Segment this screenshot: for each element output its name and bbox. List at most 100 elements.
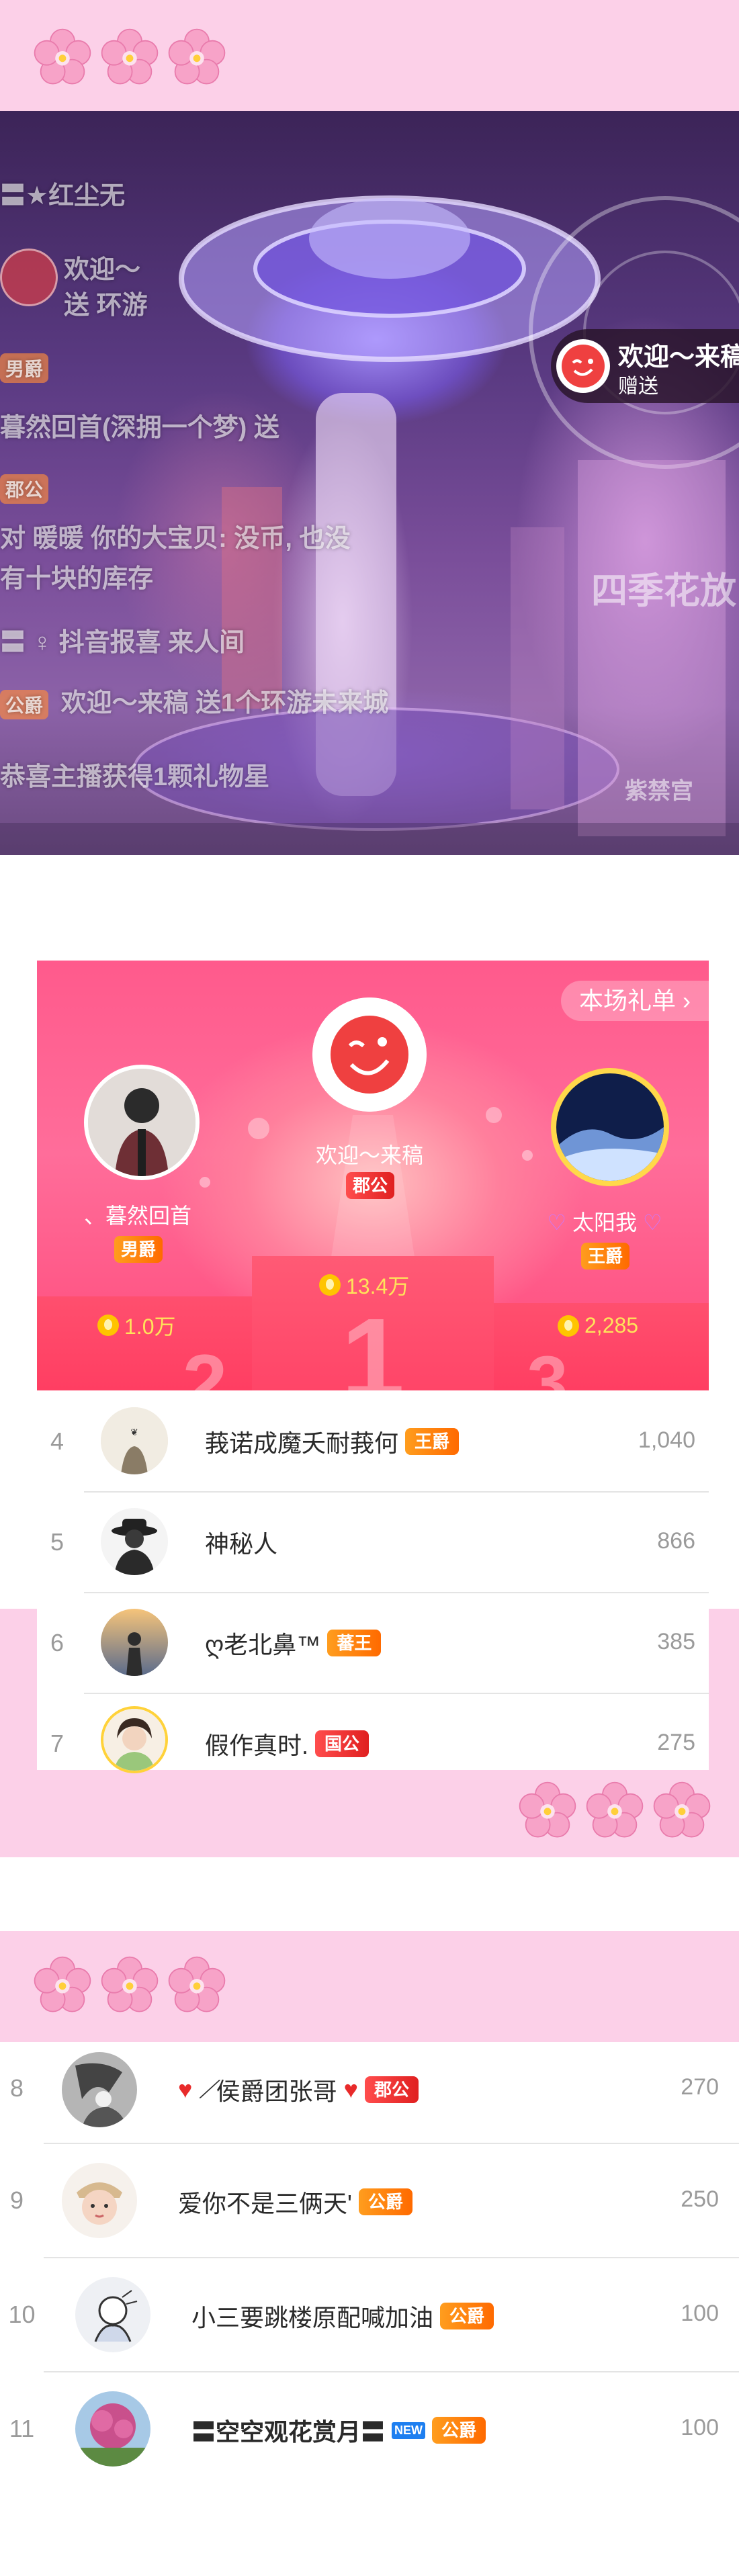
user-photo bbox=[103, 1709, 165, 1771]
third-place-avatar[interactable] bbox=[551, 1068, 669, 1186]
gift-podium-card: 本场礼单 › 、暮然回首 男爵 欢迎～来稿 郡公 ♡ 太阳我 ♡ 王爵 2 1 … bbox=[37, 961, 709, 1390]
second-place-name: 、暮然回首 bbox=[83, 1204, 191, 1228]
gift-value: 275 bbox=[657, 1730, 695, 1755]
chat-line: 〓★红尘无 bbox=[0, 182, 126, 210]
chat-line: 暮然回首(深拥一个梦) 送 bbox=[0, 414, 279, 442]
rank-number: 9 bbox=[9, 2186, 24, 2214]
third-place-value: 2,285 bbox=[558, 1313, 638, 1338]
cherry-blossom-icon bbox=[101, 28, 159, 85]
user-name-value: 侯爵团张哥 bbox=[216, 2078, 337, 2105]
user-name-text: ღ老北鼻™ bbox=[205, 1631, 321, 1658]
rank-badge: 公爵 bbox=[432, 2417, 486, 2444]
gift-toast[interactable]: 欢迎～来稿 赠送 bbox=[551, 329, 739, 403]
user-photo bbox=[62, 2163, 137, 2238]
mystery-person-icon bbox=[101, 1508, 168, 1575]
scene-sign-text: 紫禁宫 bbox=[625, 779, 693, 804]
chat-line: 恭喜主播获得1颗礼物星 bbox=[0, 763, 270, 791]
ranking-list-bottom: 8 ♥ ⟋ 侯爵团张哥 ♥ 郡公 270 9 爱你不是三俩天' 公爵 250 10… bbox=[0, 2042, 739, 2505]
chevron-right-icon: › bbox=[683, 987, 691, 1014]
rank-badge: 国公 bbox=[315, 1730, 370, 1757]
third-place-badge: 王爵 bbox=[581, 1243, 629, 1270]
second-place-avatar[interactable] bbox=[84, 1065, 200, 1180]
cherry-blossom-icon bbox=[653, 1781, 711, 1838]
user-name: ♥ ⟋ 侯爵团张哥 ♥ 郡公 bbox=[178, 2072, 419, 2107]
user-name: 小三要跳楼原配喊加油 公爵 bbox=[191, 2299, 494, 2334]
chat-line: 有十块的库存 bbox=[0, 565, 154, 593]
blossom-row bbox=[32, 27, 227, 87]
chat-avatar bbox=[0, 249, 58, 306]
rank-badge: 公爵 bbox=[358, 2188, 412, 2215]
blossom-row bbox=[32, 1955, 227, 2015]
scene-illustration bbox=[0, 195, 739, 855]
decor-prefix-icon: ⟋ bbox=[199, 2075, 216, 2103]
cherry-blossom-icon bbox=[101, 1956, 159, 2012]
toast-title: 欢迎～来稿 bbox=[618, 343, 739, 371]
rank-number-2: 2 bbox=[182, 1338, 228, 1390]
gift-list-label: 本场礼单 bbox=[578, 987, 676, 1014]
chat-rank-badge: 男爵 bbox=[0, 353, 49, 383]
rank-number: 8 bbox=[9, 2074, 24, 2102]
cherry-blossom-icon bbox=[519, 1781, 576, 1838]
toast-avatar bbox=[556, 339, 610, 393]
chat-rank-badge: 郡公 bbox=[0, 474, 49, 504]
user-avatar[interactable] bbox=[75, 2277, 150, 2352]
user-name: ღ老北鼻™ 蕃王 bbox=[205, 1626, 382, 1660]
gift-value: 1,040 bbox=[638, 1427, 695, 1453]
gift-value: 866 bbox=[657, 1528, 695, 1554]
third-place-name-text: 太阳我 bbox=[572, 1210, 637, 1235]
first-place-badge: 郡公 bbox=[346, 1172, 394, 1199]
third-place-name: ♡ 太阳我 ♡ bbox=[531, 1206, 679, 1237]
chat-line: 男爵 bbox=[0, 353, 54, 383]
gift-value: 270 bbox=[681, 2074, 719, 2100]
cherry-blossom-icon bbox=[586, 1781, 644, 1838]
gift-list-button[interactable]: 本场礼单 › bbox=[561, 981, 709, 1021]
user-avatar[interactable]: ❦ bbox=[101, 1407, 168, 1474]
mystery-user-avatar[interactable] bbox=[101, 1508, 168, 1575]
user-photo bbox=[75, 2391, 150, 2467]
user-photo bbox=[62, 2052, 137, 2127]
user-avatar[interactable] bbox=[101, 1609, 168, 1676]
row-divider bbox=[44, 2257, 739, 2258]
user-avatar[interactable] bbox=[62, 2052, 137, 2127]
top-blossom-band bbox=[0, 0, 739, 111]
gift-value: 385 bbox=[657, 1629, 695, 1654]
user-avatar[interactable] bbox=[101, 1706, 168, 1773]
user-name-text: 莪诺成魔夭耐莪何 bbox=[205, 1429, 399, 1457]
user-photo bbox=[556, 1073, 664, 1181]
first-place-value-text: 13.4万 bbox=[346, 1274, 410, 1298]
user-name-text: 神秘人 bbox=[205, 1530, 278, 1558]
toast-subtitle: 赠送 bbox=[618, 375, 658, 398]
rank-badge: 公爵 bbox=[440, 2303, 494, 2329]
rank-number-3: 3 bbox=[527, 1341, 568, 1390]
second-place-value: 1.0万 bbox=[97, 1310, 176, 1341]
chat-rank-badge: 公爵 bbox=[0, 689, 49, 719]
user-name-text: 〓空空观花赏月〓 bbox=[191, 2418, 386, 2446]
blossom-row bbox=[517, 1780, 712, 1840]
live-video-frame[interactable]: 〓★红尘无 欢迎～ 送 环游 男爵 暮然回首(深拥一个梦) 送 郡公 对 暖暖 … bbox=[0, 111, 739, 855]
first-place-value: 13.4万 bbox=[319, 1270, 409, 1300]
user-photo: ❦ bbox=[101, 1407, 168, 1474]
first-place-name: 欢迎～来稿 bbox=[315, 1143, 423, 1167]
chat-line: 〓 ♀ 抖音报喜 来人间 bbox=[0, 629, 245, 657]
cherry-blossom-icon bbox=[34, 1956, 91, 2012]
user-name-text: 小三要跳楼原配喊加油 bbox=[191, 2304, 434, 2331]
user-name: 假作真时. 国公 bbox=[205, 1726, 370, 1761]
rank-number: 4 bbox=[50, 1427, 64, 1455]
chat-line: 郡公 bbox=[0, 474, 54, 504]
ranking-list-top: 4 ❦ 莪诺成魔夭耐莪何 王爵 1,040 5 神秘人 866 6 ღ老北鼻™ … bbox=[37, 1390, 709, 1773]
rank-number-1: 1 bbox=[341, 1295, 405, 1390]
cherry-blossom-icon bbox=[34, 28, 91, 85]
user-avatar[interactable] bbox=[75, 2391, 150, 2467]
scene-sign-text: 四季花放 bbox=[591, 571, 736, 611]
chat-line: 对 暖暖 你的大宝贝: 没币, 也没 bbox=[0, 525, 351, 553]
user-name: 神秘人 bbox=[205, 1525, 277, 1560]
wings-icon: ♡ bbox=[642, 1210, 662, 1235]
cherry-blossom-icon bbox=[168, 1956, 226, 2012]
rank-number: 10 bbox=[8, 2301, 36, 2328]
user-avatar[interactable] bbox=[62, 2163, 137, 2238]
row-divider bbox=[84, 1491, 709, 1493]
first-place-avatar[interactable] bbox=[312, 997, 427, 1112]
user-photo bbox=[88, 1069, 195, 1176]
chat-line: 送 环游 bbox=[64, 292, 148, 320]
gift-value: 100 bbox=[681, 2301, 719, 2326]
